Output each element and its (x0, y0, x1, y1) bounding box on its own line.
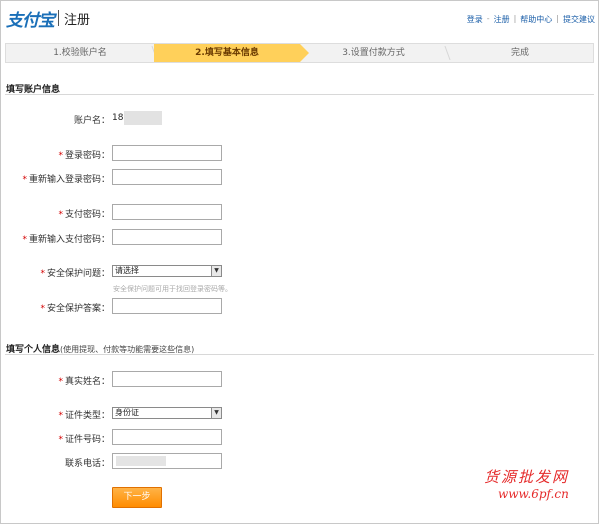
confirm-login-password-row: * 重新输入登录密码： (0, 169, 599, 187)
pay-password-label: * 支付密码： (58, 210, 110, 220)
security-question-hint: 安全保护问题可用于找回登录密码等。 (113, 285, 232, 293)
id-type-select[interactable]: 身份证 ▼ (112, 407, 222, 419)
phone-input[interactable] (112, 453, 222, 469)
id-number-input[interactable] (112, 429, 222, 445)
id-number-label: * 证件号码： (58, 435, 110, 445)
login-link[interactable]: 登录 (467, 14, 483, 25)
real-name-input[interactable] (112, 371, 222, 387)
watermark: 货源批发网 www.6pf.cn (484, 466, 569, 501)
section-divider (5, 354, 594, 355)
login-password-input[interactable] (112, 145, 222, 161)
progress-steps: 1.校验账户名 2.填写基本信息 3.设置付款方式 完成 (5, 43, 594, 63)
confirm-pay-password-input[interactable] (112, 229, 222, 245)
confirm-login-password-input[interactable] (112, 169, 222, 185)
security-question-value: 请选择 (115, 266, 139, 275)
phone-label: 联系电话： (64, 459, 110, 469)
link-divider: | (513, 14, 517, 23)
phone-masked-value (116, 456, 166, 466)
next-step-button[interactable]: 下一步 (112, 487, 162, 508)
account-name-label: 账户名： (73, 116, 110, 126)
register-link[interactable]: 注册 (494, 14, 510, 25)
step-payment-method: 3.设置付款方式 (300, 44, 447, 62)
security-answer-input[interactable] (112, 298, 222, 314)
watermark-title: 货源批发网 (484, 468, 570, 486)
real-name-label: * 真实姓名： (58, 377, 110, 387)
account-name-row: 账户名： 18 (0, 110, 599, 128)
security-answer-label: * 安全保护答案： (40, 304, 110, 314)
confirm-pay-password-row: * 重新输入支付密码： (0, 229, 599, 247)
feedback-link[interactable]: 提交建议 (563, 14, 595, 25)
alipay-logo[interactable]: 支付宝 注册 (6, 6, 91, 31)
link-divider: - (486, 14, 490, 23)
personal-section-subtitle: (使用提现、付款等功能需要这些信息) (60, 345, 195, 354)
security-answer-row: * 安全保护答案： (0, 298, 599, 316)
security-question-select[interactable]: 请选择 ▼ (112, 265, 222, 277)
watermark-url: www.6pf.cn (498, 487, 569, 501)
step-verify-account: 1.校验账户名 (6, 44, 154, 62)
help-center-link[interactable]: 帮助中心 (520, 14, 552, 25)
confirm-pay-password-label: * 重新输入支付密码： (22, 235, 110, 245)
id-type-row: * 证件类型： 身份证 ▼ (0, 405, 599, 423)
real-name-row: * 真实姓名： (0, 371, 599, 389)
pay-password-input[interactable] (112, 204, 222, 220)
account-name-value: 18 (112, 113, 124, 123)
id-number-row: * 证件号码： (0, 429, 599, 447)
step-complete: 完成 (510, 48, 529, 58)
security-question-label: * 安全保护问题： (40, 269, 110, 279)
login-password-label: * 登录密码： (58, 151, 110, 161)
id-type-label: * 证件类型： (58, 411, 110, 421)
id-type-value: 身份证 (115, 408, 139, 417)
top-links: 登录 - 注册 | 帮助中心 | 提交建议 (467, 14, 595, 25)
link-divider: | (556, 14, 559, 23)
chevron-down-icon: ▼ (211, 266, 221, 276)
confirm-login-password-label: * 重新输入登录密码： (22, 175, 110, 185)
step-basic-info-active: 2.填写基本信息 (154, 44, 309, 62)
account-name-masked (124, 111, 162, 125)
pay-password-row: * 支付密码： (0, 204, 599, 222)
logo-divider (58, 10, 59, 26)
page-title: 注册 (64, 12, 91, 28)
chevron-down-icon: ▼ (211, 408, 221, 418)
login-password-row: * 登录密码： (0, 145, 599, 163)
section-divider (5, 94, 594, 95)
security-question-row: * 安全保护问题： 请选择 ▼ (0, 263, 599, 281)
logo-mark: 支付宝 (6, 10, 55, 31)
